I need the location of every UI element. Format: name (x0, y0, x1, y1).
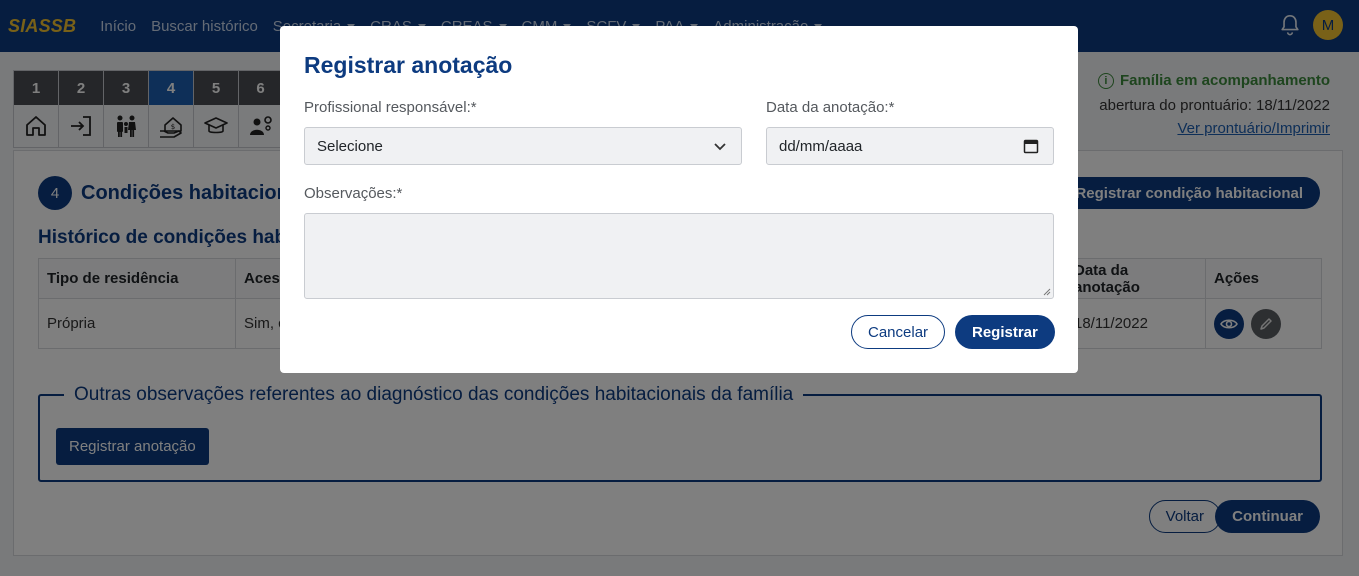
date-field-placeholder: dd/mm/aaaa (779, 137, 863, 155)
submit-button[interactable]: Registrar (955, 315, 1055, 349)
professional-select-value: Selecione (317, 137, 383, 155)
date-label: Data da anotação:* (766, 99, 895, 116)
professional-select[interactable]: Selecione (304, 127, 742, 165)
resize-grip-icon[interactable] (1041, 286, 1051, 296)
notes-label: Observações:* (304, 185, 403, 202)
date-field[interactable]: dd/mm/aaaa (766, 127, 1054, 165)
chevron-down-icon (714, 143, 726, 151)
professional-label: Profissional responsável:* (304, 99, 477, 116)
calendar-icon[interactable] (1023, 138, 1039, 154)
modal-title: Registrar anotação (304, 52, 513, 78)
notes-textarea[interactable] (304, 213, 1054, 299)
cancel-button[interactable]: Cancelar (851, 315, 946, 349)
register-note-modal: Registrar anotação Profissional responsá… (280, 26, 1078, 373)
